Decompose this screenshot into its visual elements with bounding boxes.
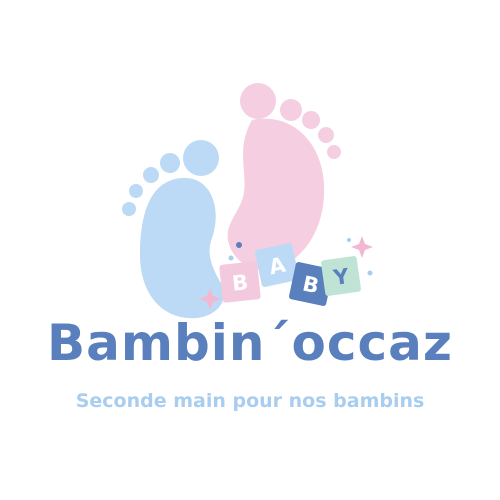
sparkle-icon — [351, 236, 373, 258]
logo: B A B Y Bambin´occaz Seconde main pour n… — [0, 0, 500, 500]
dot-icon — [228, 255, 234, 261]
block-1: B — [219, 261, 261, 303]
dot-icon — [367, 270, 373, 276]
tagline: Seconde main pour nos bambins — [75, 390, 425, 412]
pink-foot-icon — [227, 83, 341, 271]
brand-name: Bambin´occaz — [47, 314, 453, 372]
block-letter: B — [231, 270, 249, 296]
block-4: Y — [321, 256, 361, 296]
dot-icon — [236, 242, 242, 248]
baby-feet-illustration: B A B Y — [122, 83, 373, 319]
dot-icon — [347, 238, 351, 242]
